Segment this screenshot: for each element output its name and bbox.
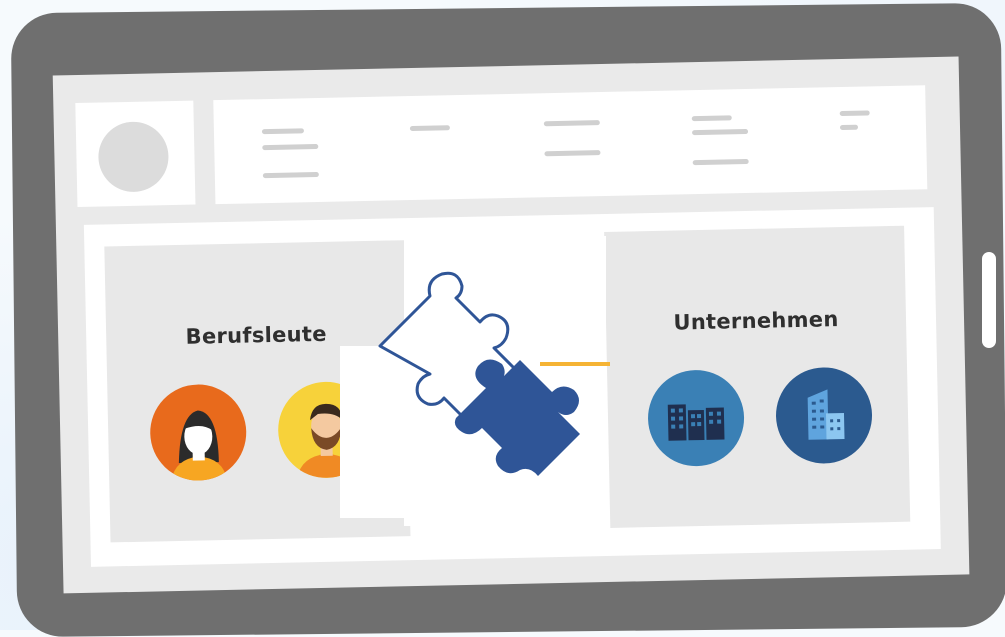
office-buildings-icon: [647, 369, 746, 468]
nav-line: [262, 171, 319, 179]
nav-line: [262, 143, 319, 151]
puzzle-icon: [378, 271, 580, 476]
nav-line: [839, 110, 870, 117]
nav-line: [261, 128, 304, 135]
companies-card: Unternehmen: [604, 225, 911, 528]
nav-line: [409, 125, 450, 132]
nav-line: [692, 128, 749, 136]
nav-line: [692, 158, 749, 166]
woman-avatar-icon: [149, 383, 248, 482]
nav-line: [544, 150, 601, 157]
companies-title: Unternehmen: [673, 307, 839, 335]
nav-line: [839, 124, 859, 131]
nav-line: [543, 120, 600, 127]
profile-box: [75, 100, 196, 208]
avatar-placeholder: [97, 121, 170, 193]
navigation-placeholder: [213, 85, 928, 205]
skyscraper-icon: [775, 366, 874, 465]
nav-line: [691, 115, 732, 122]
